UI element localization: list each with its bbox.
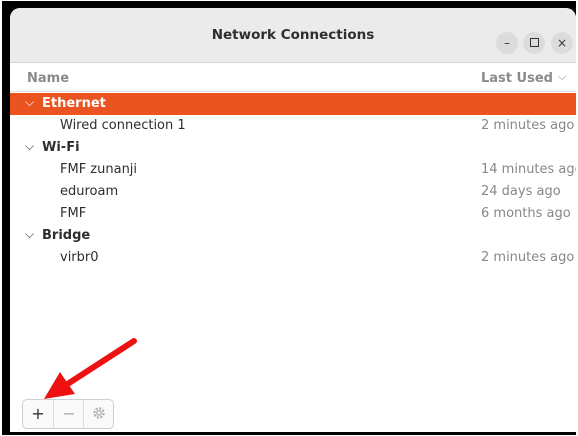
close-button[interactable]: × (551, 32, 573, 54)
network-connections-window: Network Connections – × Name Last Used ⌵… (10, 8, 576, 432)
connection-name: FMF (60, 206, 87, 221)
gear-icon (93, 407, 105, 419)
add-connection-button[interactable]: + (23, 400, 53, 428)
group-label: Bridge (42, 228, 91, 243)
connection-last-used: 6 months ago (481, 206, 571, 221)
expander-chevron-icon[interactable]: ⌵ (25, 139, 34, 154)
name-column-header[interactable]: Name (27, 71, 69, 86)
remove-connection-button[interactable]: − (53, 400, 84, 428)
sort-chevron-icon: ⌵ (558, 70, 567, 83)
connection-last-used: 24 days ago (481, 184, 561, 199)
group-row-bridge[interactable]: ⌵ Bridge (10, 225, 576, 247)
maximize-icon (529, 37, 539, 47)
connection-toolbar: + − (22, 399, 114, 429)
connection-row[interactable]: eduroam 24 days ago (10, 181, 576, 203)
maximize-button[interactable] (523, 32, 545, 54)
expander-chevron-icon[interactable]: ⌵ (25, 95, 34, 110)
last-used-column-header[interactable]: Last Used (481, 71, 553, 86)
expander-chevron-icon[interactable]: ⌵ (25, 227, 34, 242)
connection-row[interactable]: Wired connection 1 2 minutes ago (10, 115, 576, 137)
connection-name: FMF zunanji (60, 162, 138, 177)
column-header: Name Last Used ⌵ (10, 63, 576, 92)
connection-settings-button[interactable] (83, 400, 114, 428)
connection-row[interactable]: virbr0 2 minutes ago (10, 247, 576, 269)
group-label: Ethernet (42, 96, 106, 111)
title-bar[interactable]: Network Connections – × (10, 8, 576, 63)
connection-last-used: 2 minutes ago (481, 250, 575, 265)
connection-name: eduroam (60, 184, 119, 199)
group-row-ethernet[interactable]: ⌵ Ethernet (10, 93, 576, 115)
minimize-button[interactable]: – (496, 32, 518, 54)
group-label: Wi-Fi (42, 140, 80, 155)
connection-name: virbr0 (60, 250, 99, 265)
connection-name: Wired connection 1 (60, 118, 186, 133)
connection-row[interactable]: FMF 6 months ago (10, 203, 576, 225)
window-title: Network Connections (211, 27, 375, 43)
connection-last-used: 14 minutes ago (481, 162, 576, 177)
connection-last-used: 2 minutes ago (481, 118, 575, 133)
group-row-wifi[interactable]: ⌵ Wi-Fi (10, 137, 576, 159)
connection-row[interactable]: FMF zunanji 14 minutes ago (10, 159, 576, 181)
screenshot-frame: Network Connections – × Name Last Used ⌵… (2, 1, 576, 435)
